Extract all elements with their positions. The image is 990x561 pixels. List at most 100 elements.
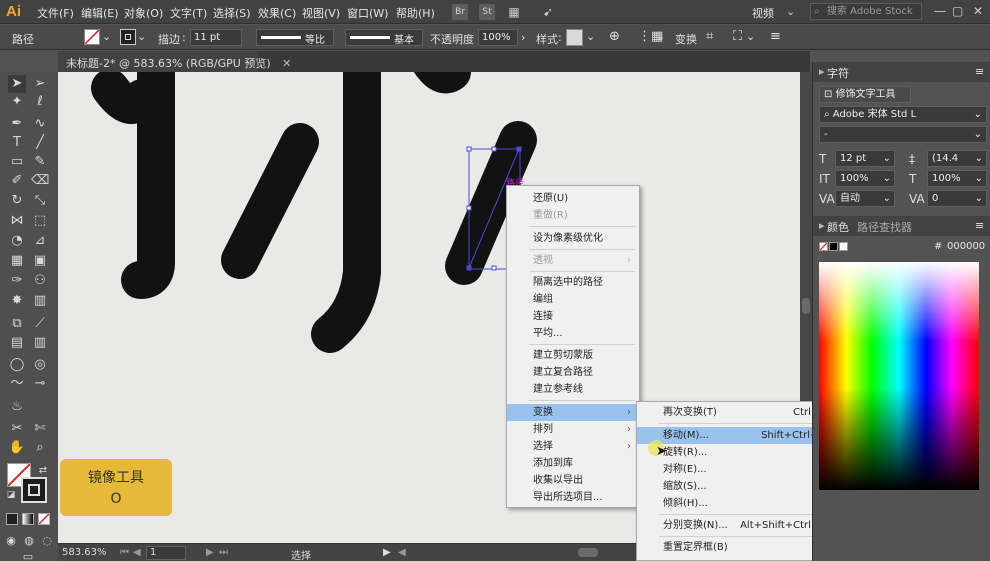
ctx-average[interactable]: 平均... (507, 325, 639, 342)
slice-tool-icon[interactable]: ⟋ (31, 315, 49, 333)
opacity-label[interactable]: 不透明度 (430, 31, 474, 47)
hex-value[interactable]: 000000 (947, 241, 985, 252)
magic-wand-tool-icon[interactable]: ✦ (8, 93, 26, 111)
sub-reset-bounding-box[interactable]: 重置定界框(B) (637, 539, 841, 556)
artboard-tool-icon[interactable]: ⧉ (8, 315, 26, 333)
tracking-input[interactable]: 0 ⌄ (927, 190, 987, 207)
menu-file[interactable]: 文件(F) (37, 5, 74, 21)
white-swatch[interactable] (839, 242, 848, 251)
chevron-down-icon[interactable]: ⌄ (137, 30, 146, 43)
lasso-tool-icon[interactable]: ℓ (31, 93, 49, 111)
ctx-group[interactable]: 编组 (507, 291, 639, 308)
sub-move[interactable]: 移动(M)... Shift+Ctrl+M (637, 427, 841, 444)
draw-mode-icon[interactable]: ▤ (8, 334, 26, 352)
eraser-tool-icon[interactable]: ⌫ (31, 172, 49, 190)
sub-rotate[interactable]: 旋转(R)... (637, 444, 841, 461)
width-tool-icon[interactable]: ⋈ (8, 212, 26, 230)
knife-tool-icon[interactable]: ✄ (31, 420, 49, 438)
change-screen-mode-icon[interactable]: ▭ (19, 548, 37, 561)
font-family-select[interactable]: ⌕ Adobe 宋体 Std L ⌄ (819, 106, 987, 123)
maximize-icon[interactable]: ▢ (952, 4, 963, 18)
scale-tool-icon[interactable]: ⤡ (31, 192, 49, 210)
ctx-pixel-optimize[interactable]: 设为像素级优化 (507, 230, 639, 247)
curvature-tool-icon[interactable]: ∿ (31, 115, 49, 133)
variable-width-profile-select[interactable]: 等比 (256, 29, 334, 46)
ellipse-tool-icon[interactable]: ◯ (8, 356, 26, 374)
symbol-sprayer-tool-icon[interactable]: ✸ (8, 292, 26, 310)
gradient-tool-icon[interactable]: ▣ (31, 252, 49, 270)
ctx-make-clipping-mask[interactable]: 建立剪切蒙版 (507, 347, 639, 364)
bridge-button[interactable]: Br (452, 4, 468, 20)
shaper-tool-icon[interactable]: ✐ (8, 172, 26, 190)
collapse-icon[interactable]: ▸ (819, 65, 825, 78)
fill-swatch[interactable] (84, 29, 100, 45)
ctx-make-guides[interactable]: 建立参考线 (507, 381, 639, 398)
artboard-number-input[interactable]: 1 (146, 546, 186, 560)
chevron-down-icon[interactable]: ⌄ (102, 30, 111, 43)
ctx-join[interactable]: 连接 (507, 308, 639, 325)
close-tab-icon[interactable]: ✕ (282, 57, 291, 70)
rectangle-tool-icon[interactable]: ▭ (8, 153, 26, 171)
panel-menu-icon[interactable]: ≡ (975, 65, 984, 78)
perspective-grid-tool-icon[interactable]: ⊿ (31, 232, 49, 250)
leading-input[interactable]: (14.4 ⌄ (927, 150, 987, 167)
scroll-left-icon[interactable]: ◀ (398, 547, 406, 558)
ctx-undo[interactable]: 还原(U) (507, 190, 639, 207)
menu-help[interactable]: 帮助(H) (396, 5, 435, 21)
menu-edit[interactable]: 编辑(E) (81, 5, 119, 21)
transform-link[interactable]: 变换 (675, 31, 697, 47)
paintbrush-tool-icon[interactable]: ✎ (31, 153, 49, 171)
menu-type[interactable]: 文字(T) (170, 5, 207, 21)
chevron-down-icon[interactable]: ⌄ (746, 30, 755, 43)
eyedropper-tool-icon[interactable]: ✑ (8, 272, 26, 290)
stroke-label[interactable]: 描边 (158, 31, 180, 47)
sub-reflect[interactable]: 对称(E)... (637, 461, 841, 478)
ctx-select[interactable]: 选择 › (507, 438, 639, 455)
menu-view[interactable]: 视图(V) (302, 5, 340, 21)
horizontal-scroll-thumb[interactable] (578, 548, 598, 557)
chevron-down-icon[interactable]: ⌄ (586, 30, 595, 43)
stock-search-input[interactable]: ⌕ 搜索 Adobe Stock (810, 3, 922, 20)
column-graph-tool-icon[interactable]: ▥ (31, 292, 49, 310)
status-menu-arrow-icon[interactable]: ▶ (383, 547, 391, 558)
minimize-icon[interactable]: — (934, 4, 946, 18)
character-tab[interactable]: 字符 (827, 65, 849, 81)
first-artboard-icon[interactable]: ⏮ (120, 547, 129, 558)
ctx-export-selection[interactable]: 导出所选项目... (507, 489, 639, 506)
horizontal-scale-input[interactable]: 100% ⌄ (927, 170, 987, 187)
pen-tool-icon[interactable]: ✒ (8, 115, 26, 133)
gradient-mode-icon[interactable] (22, 513, 34, 525)
isolate-icon[interactable]: ⌗ (706, 29, 713, 44)
panel-menu-icon[interactable]: ≡ (975, 219, 984, 232)
ctx-add-to-library[interactable]: 添加到库 (507, 455, 639, 472)
type-tool-icon[interactable]: T (8, 134, 26, 152)
puppet-warp-tool-icon[interactable]: ♨ (8, 398, 26, 416)
menu-window[interactable]: 窗口(W) (347, 5, 388, 21)
ctx-make-compound-path[interactable]: 建立复合路径 (507, 364, 639, 381)
screen-mode-icon[interactable]: ▥ (31, 334, 49, 352)
graphic-style-swatch[interactable] (566, 29, 583, 46)
ctx-isolate-path[interactable]: 隔离选中的路径 (507, 274, 639, 291)
free-transform-tool-icon[interactable]: ⬚ (31, 212, 49, 230)
grid-icon[interactable]: ▦ (506, 4, 522, 20)
stroke-weight-input[interactable]: 11 pt (190, 29, 242, 46)
blend-tool-icon[interactable]: ⚇ (31, 272, 49, 290)
chevron-down-icon[interactable]: ⌄ (656, 30, 665, 43)
rotate-tool-icon[interactable]: ↻ (8, 192, 26, 210)
draw-inside-icon[interactable]: ◌ (38, 532, 56, 550)
next-artboard-icon[interactable]: ▶ (206, 547, 214, 558)
color-mode-icon[interactable] (6, 513, 18, 525)
kerning-input[interactable]: 自动 ⌄ (835, 190, 895, 207)
gpu-rocket-icon[interactable]: ➹ (540, 4, 556, 20)
font-size-input[interactable]: 12 pt ⌄ (835, 150, 895, 167)
menu-select[interactable]: 选择(S) (213, 5, 251, 21)
opacity-input[interactable]: 100% (478, 29, 518, 46)
panel-menu-icon[interactable]: ≡ (770, 29, 781, 44)
color-spectrum[interactable] (819, 262, 979, 490)
sub-scale[interactable]: 缩放(S)... (637, 478, 841, 495)
line-tool-icon[interactable]: ╱ (31, 134, 49, 152)
close-icon[interactable]: ✕ (973, 4, 983, 18)
menu-object[interactable]: 对象(O) (124, 5, 163, 21)
chevron-down-icon[interactable]: ⌄ (100, 547, 108, 558)
vertical-scale-input[interactable]: 100% ⌄ (835, 170, 895, 187)
